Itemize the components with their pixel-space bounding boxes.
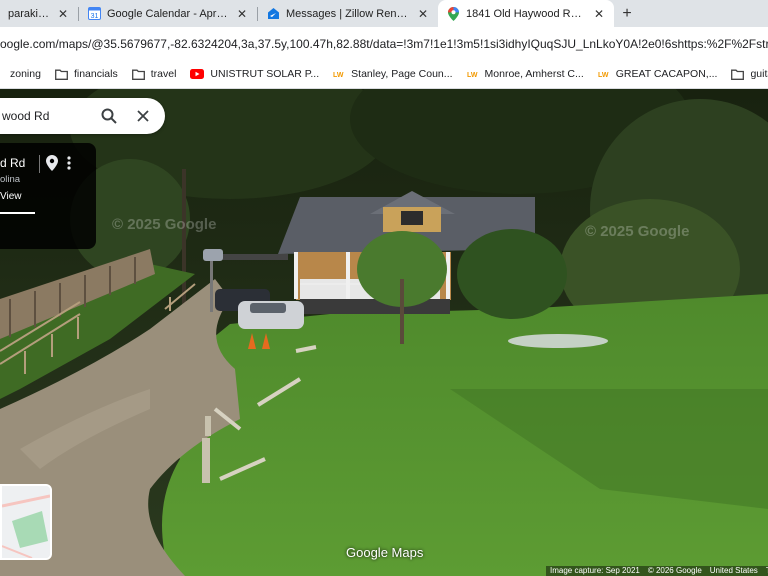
street-view-canvas[interactable] xyxy=(0,89,768,576)
maps-pin-icon xyxy=(446,6,460,21)
place-address: d Rd xyxy=(0,156,26,170)
map-footer: Image capture: Sep 2021 © 2026 Google Un… xyxy=(546,566,768,576)
copyright-watermark: © 2025 Google xyxy=(112,216,217,233)
bookmark-unistrut-solar[interactable]: UNISTRUT SOLAR P... xyxy=(190,68,319,80)
street-view-info-card: d Rd olina View xyxy=(0,143,96,249)
bookmark-guitar[interactable]: guitar xyxy=(731,68,768,80)
bookmark-label: guitar xyxy=(750,68,768,80)
bookmark-label: Stanley, Page Coun... xyxy=(351,68,453,80)
svg-text:31: 31 xyxy=(90,13,98,20)
bookmark-label: zoning xyxy=(10,68,41,80)
tab-strip: parakingreal ✕ 31 Google Calendar - Apri… xyxy=(0,0,768,27)
lw-icon: LW xyxy=(467,69,479,79)
new-tab-button[interactable]: + xyxy=(614,0,640,27)
tab-label: parakingreal xyxy=(8,7,50,20)
tab-label: 1841 Old Haywood Rd - Google xyxy=(466,7,586,20)
bookmark-label: travel xyxy=(150,68,177,80)
tab-label: Google Calendar - April 2026 xyxy=(107,7,229,20)
street-view-image xyxy=(0,89,768,576)
maps-search-box[interactable]: wood Rd xyxy=(0,98,165,134)
tab-google-maps[interactable]: 1841 Old Haywood Rd - Google ✕ xyxy=(438,0,614,27)
close-tab-icon[interactable]: ✕ xyxy=(235,7,249,21)
location-pin-icon[interactable] xyxy=(46,155,58,176)
bookmark-label: Monroe, Amherst C... xyxy=(484,68,584,80)
search-input[interactable]: wood Rd xyxy=(0,109,92,123)
bookmark-monroe-amherst[interactable]: LW Monroe, Amherst C... xyxy=(467,68,584,80)
bookmarks-bar: zoning financials travel UNISTRUT SOLAR … xyxy=(0,60,768,89)
more-options-icon[interactable] xyxy=(66,155,72,176)
google-maps-logo: Google Maps xyxy=(346,545,424,560)
close-tab-icon[interactable]: ✕ xyxy=(592,7,606,21)
tab-parakingreal[interactable]: parakingreal ✕ xyxy=(0,0,78,27)
folder-icon xyxy=(731,69,745,80)
zillow-icon xyxy=(266,7,280,21)
tab-zillow-messages[interactable]: Messages | Zillow Rental Mana ✕ xyxy=(258,0,438,27)
country-link[interactable]: United States xyxy=(706,566,762,576)
calendar-icon: 31 xyxy=(87,7,101,21)
bookmark-label: financials xyxy=(73,68,118,80)
folder-icon xyxy=(131,69,145,80)
close-tab-icon[interactable]: ✕ xyxy=(56,7,70,21)
folder-icon xyxy=(55,69,68,80)
copyright-watermark: © 2025 Google xyxy=(585,223,690,240)
address-bar[interactable]: oogle.com/maps/@35.5679677,-82.6324204,3… xyxy=(0,27,768,60)
tab-google-calendar[interactable]: 31 Google Calendar - April 2026 ✕ xyxy=(79,0,257,27)
url-text[interactable]: oogle.com/maps/@35.5679677,-82.6324204,3… xyxy=(0,37,768,51)
bookmark-zoning[interactable]: zoning xyxy=(10,68,41,80)
close-icon[interactable] xyxy=(126,99,160,133)
minimap-thumbnail[interactable] xyxy=(0,484,52,560)
place-region: olina xyxy=(0,174,21,185)
svg-text:LW: LW xyxy=(598,72,609,79)
copyright-text: © 2026 Google xyxy=(647,566,702,575)
view-link-underline xyxy=(0,212,35,214)
youtube-icon xyxy=(190,69,205,79)
lw-icon: LW xyxy=(333,69,345,79)
lw-icon: LW xyxy=(598,69,610,79)
image-capture-date: Image capture: Sep 2021 xyxy=(550,566,640,575)
minimap-image xyxy=(2,486,50,558)
terms-link[interactable]: Te xyxy=(762,566,768,576)
divider xyxy=(39,155,40,173)
bookmark-great-cacapon[interactable]: LW GREAT CACAPON,... xyxy=(598,68,718,80)
tab-label: Messages | Zillow Rental Mana xyxy=(286,7,410,20)
bookmark-label: GREAT CACAPON,... xyxy=(615,68,718,80)
search-icon[interactable] xyxy=(92,99,126,133)
bookmark-label: UNISTRUT SOLAR P... xyxy=(210,68,320,80)
bookmark-financials[interactable]: financials xyxy=(55,68,118,80)
view-link[interactable]: View xyxy=(0,191,22,202)
bookmark-stanley-page[interactable]: LW Stanley, Page Coun... xyxy=(333,68,452,80)
svg-text:LW: LW xyxy=(333,72,344,79)
svg-text:LW: LW xyxy=(467,72,478,79)
close-tab-icon[interactable]: ✕ xyxy=(416,7,430,21)
bookmark-travel[interactable]: travel xyxy=(131,68,177,80)
